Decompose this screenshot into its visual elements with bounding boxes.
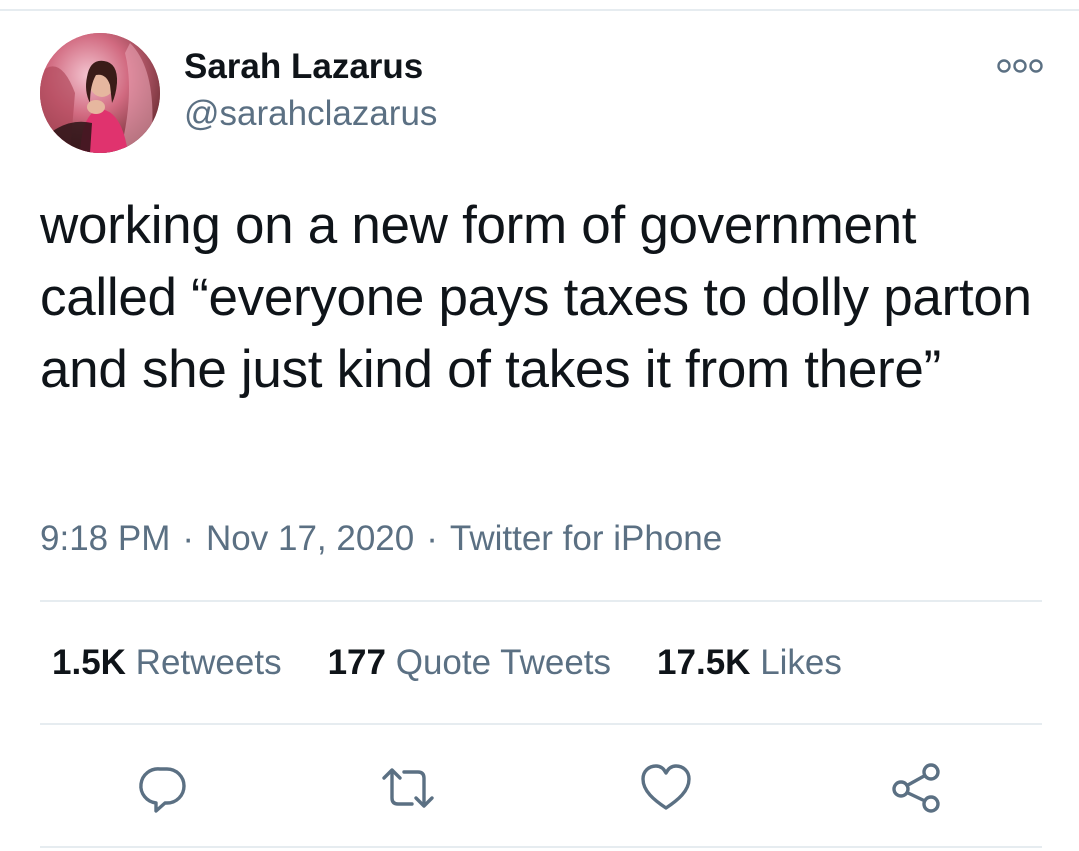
top-divider	[0, 9, 1079, 11]
quote-tweets-label: Quote Tweets	[395, 643, 612, 682]
meta-separator: ·	[426, 519, 438, 558]
share-button[interactable]	[888, 760, 944, 816]
reply-button[interactable]	[136, 760, 192, 816]
divider	[40, 600, 1042, 602]
more-options-button[interactable]	[994, 54, 1046, 78]
user-handle[interactable]: @sarahclazarus	[184, 93, 437, 135]
like-button[interactable]	[638, 760, 694, 816]
quote-tweets-count: 177	[327, 643, 386, 682]
tweet-time[interactable]: 9:18 PM	[40, 519, 170, 558]
avatar-image	[40, 33, 160, 153]
reply-icon	[139, 767, 186, 813]
avatar[interactable]	[40, 33, 160, 153]
tweet-source[interactable]: Twitter for iPhone	[450, 519, 722, 558]
tweet-metadata: 9:18 PM · Nov 17, 2020 · Twitter for iPhone	[40, 518, 722, 560]
likes-count: 17.5K	[657, 643, 751, 682]
retweets-stat[interactable]: 1.5K Retweets	[52, 642, 282, 684]
tweet-stats: 1.5K Retweets 177 Quote Tweets 17.5K Likes	[52, 642, 842, 684]
retweet-button[interactable]	[380, 760, 436, 816]
share-icon	[892, 763, 940, 813]
more-options-icon	[997, 59, 1043, 73]
retweets-label: Retweets	[135, 643, 282, 682]
quote-tweets-stat[interactable]: 177 Quote Tweets	[328, 642, 611, 684]
display-name[interactable]: Sarah Lazarus	[184, 46, 423, 88]
retweets-count: 1.5K	[52, 643, 126, 682]
tweet-date[interactable]: Nov 17, 2020	[206, 519, 414, 558]
tweet-text: working on a new form of government call…	[40, 196, 1047, 399]
likes-stat[interactable]: 17.5K Likes	[657, 642, 842, 684]
retweet-icon	[382, 768, 434, 808]
meta-separator: ·	[182, 519, 195, 558]
likes-label: Likes	[760, 643, 842, 682]
divider	[40, 723, 1042, 725]
divider	[40, 846, 1042, 848]
like-icon	[641, 764, 691, 810]
